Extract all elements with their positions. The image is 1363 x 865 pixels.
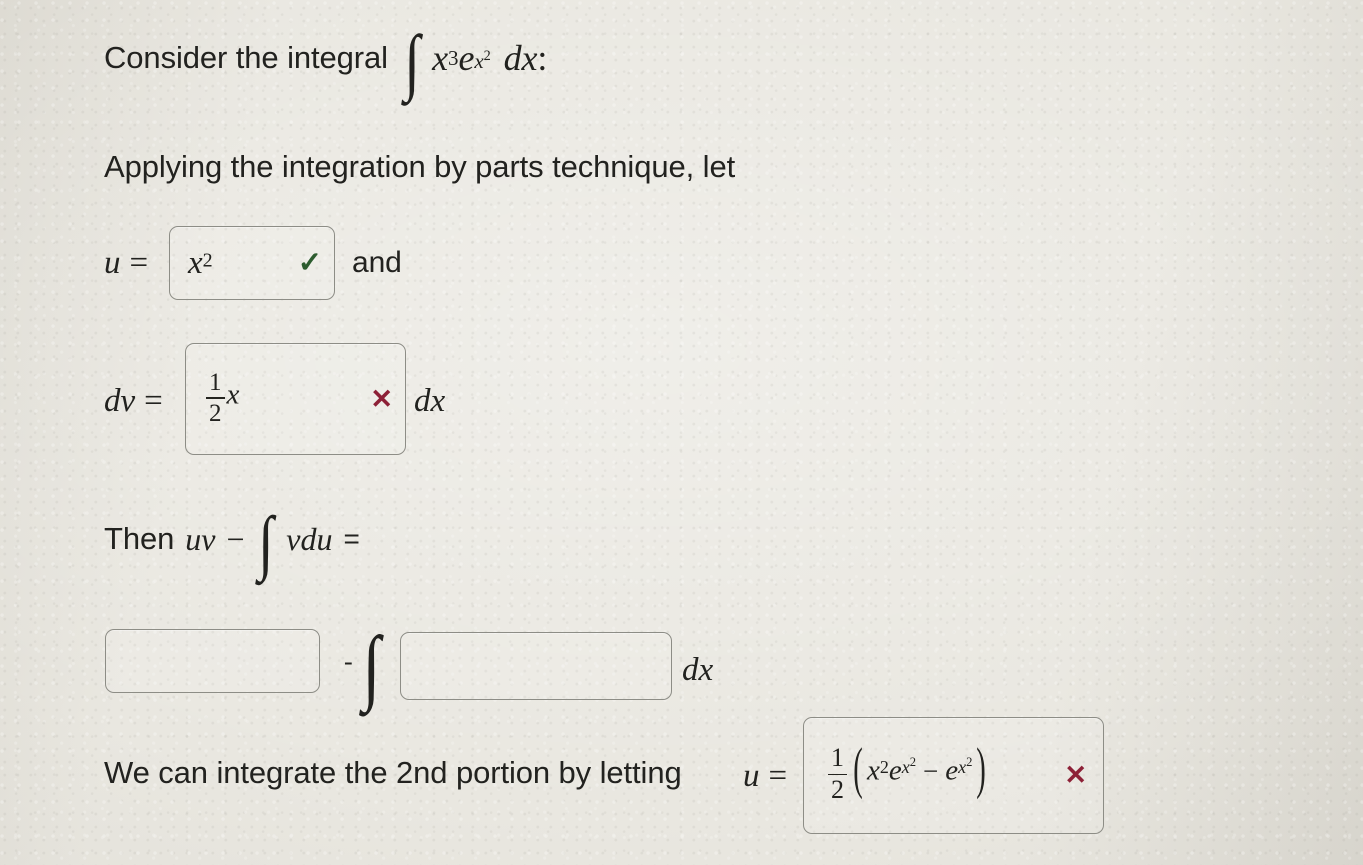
answer-term1-base: x <box>867 754 880 787</box>
answer-incorrect-cross-icon: ✕ <box>1064 760 1087 790</box>
problem-prompt-prefix: Consider the integral <box>104 40 388 75</box>
answer-operator: − <box>923 755 939 786</box>
integral-sign-icon: ∫ <box>404 20 420 103</box>
integrand-base: x <box>432 38 449 78</box>
answer-row-differential-text: dx <box>682 651 714 688</box>
dv-differential-text: dx <box>414 382 446 419</box>
dv-answer-input[interactable]: 1 2 x ✕ <box>185 343 406 455</box>
worksheet-sheet: Consider the integral ∫ x 3 e x2 dx: Applyi… <box>0 0 1363 865</box>
answer-close-paren: ) <box>976 746 987 801</box>
conjunction-and: and <box>352 244 402 282</box>
dv-trailing-differential: dx <box>414 379 445 423</box>
answer-blank-2-input[interactable] <box>400 632 672 700</box>
parts-uv: uv <box>185 520 216 557</box>
answer-row-minus-text: - <box>344 647 353 676</box>
u-answer-value: x2 <box>170 245 292 282</box>
answer-open-paren: ( <box>853 746 863 801</box>
answer-term1-e-exp-exp: 2 <box>909 755 917 770</box>
dv-value-variable: x <box>226 378 240 411</box>
u-answer-input[interactable]: x2 ✓ <box>169 226 335 300</box>
integrand-e: e <box>458 38 475 78</box>
integrand-e-exponent-exponent: 2 <box>483 47 491 64</box>
answer-row-integral-sign-icon: ∫ <box>362 619 381 713</box>
parts-integral-sign-icon: ∫ <box>257 501 274 582</box>
answer-term1-e-exp-base: x <box>901 757 910 778</box>
dv-label: dv <box>104 382 136 419</box>
dv-fraction-bar <box>206 397 225 399</box>
answer-fraction: 1 2 <box>828 746 847 804</box>
u-value-base: x <box>188 244 203 281</box>
problem-prompt-line: Consider the integral ∫ x 3 e x2 dx: <box>104 18 548 103</box>
parts-formula-line: Then uv − ∫ vdu = <box>104 502 360 582</box>
u-label-group: u = <box>104 238 148 288</box>
second-portion-text: We can integrate the 2nd portion by lett… <box>104 755 682 790</box>
second-portion-answer-value: 1 2 (x2ex2− ex2) <box>804 746 1058 805</box>
integrand-e-exponent-base: x <box>474 48 484 73</box>
second-portion-u-label: u <box>743 757 760 794</box>
parts-vdu: vdu <box>286 520 333 557</box>
answer-fraction-denominator: 2 <box>831 775 844 805</box>
answer-row-minus-sign: - <box>344 647 353 676</box>
dv-value-fraction: 1 2 <box>206 371 225 427</box>
parts-equals-sign: = <box>343 523 360 554</box>
u-correct-checkmark-icon: ✓ <box>297 246 322 279</box>
answer-row-integral: ∫ <box>360 619 383 713</box>
dv-fraction-denominator: 2 <box>209 399 222 427</box>
problem-differential: dx <box>503 38 538 78</box>
dv-label-group: dv = <box>104 376 163 426</box>
answer-blank-1-input[interactable] <box>105 629 320 693</box>
answer-fraction-numerator: 1 <box>831 746 844 773</box>
dv-equals-sign: = <box>144 382 163 419</box>
dv-incorrect-cross-icon: ✕ <box>370 383 393 414</box>
parts-minus-sign: − <box>226 520 245 557</box>
second-portion-line: We can integrate the 2nd portion by lett… <box>104 750 682 796</box>
answer-row-differential: dx <box>682 648 713 692</box>
dv-answer-value: 1 2 x <box>186 371 364 428</box>
conjunction-and-text: and <box>352 246 402 279</box>
answer-term1-exponent: 2 <box>879 757 889 778</box>
answer-term1-e: e <box>888 754 902 787</box>
u-equals-sign: = <box>129 244 149 281</box>
second-portion-answer-input[interactable]: 1 2 (x2ex2− ex2) ✕ <box>803 717 1104 834</box>
u-value-exponent: 2 <box>202 249 213 272</box>
answer-term2-e-exp-base: x <box>958 757 967 778</box>
problem-colon: : <box>537 38 548 78</box>
second-portion-u-group: u = <box>743 752 787 800</box>
u-label: u <box>104 244 121 281</box>
integrand-exponent: 3 <box>448 46 459 70</box>
instruction-line: Applying the integration by parts techni… <box>104 144 735 190</box>
instruction-text: Applying the integration by parts techni… <box>104 149 736 184</box>
dv-fraction-numerator: 1 <box>209 370 222 396</box>
parts-lead-text: Then <box>104 521 175 556</box>
answer-term2-e: e <box>945 754 959 787</box>
second-portion-equals-sign: = <box>768 757 788 794</box>
answer-term2-e-exp-exp: 2 <box>966 755 973 770</box>
